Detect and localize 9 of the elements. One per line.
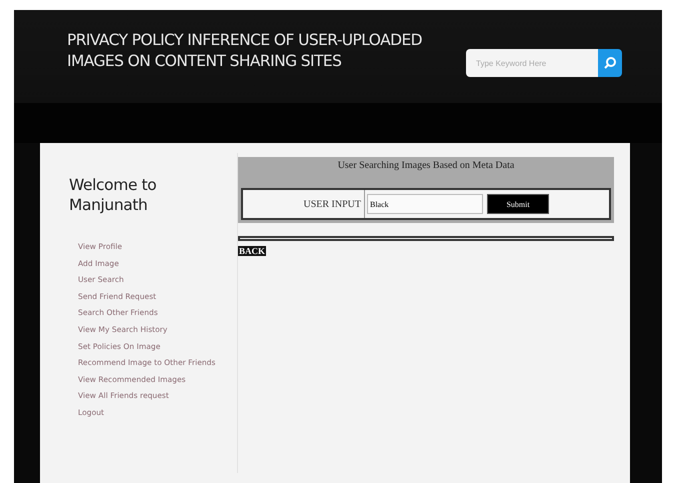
welcome-heading: Welcome to Manjunath	[69, 175, 158, 215]
submit-button[interactable]: Submit	[487, 194, 549, 214]
search-icon[interactable]	[598, 49, 622, 77]
site-title: PRIVACY POLICY INFERENCE OF USER-UPLOADED IMAGES ON CONTENT SHARING SITES	[67, 30, 422, 72]
user-input-field[interactable]: Black	[367, 194, 483, 214]
back-link[interactable]: BACK	[238, 246, 266, 256]
panel-title: User Searching Images Based on Meta Data	[336, 159, 516, 173]
field-label: USER INPUT	[243, 190, 365, 218]
keyword-search-field[interactable]: Type Keyword Here	[466, 49, 598, 77]
